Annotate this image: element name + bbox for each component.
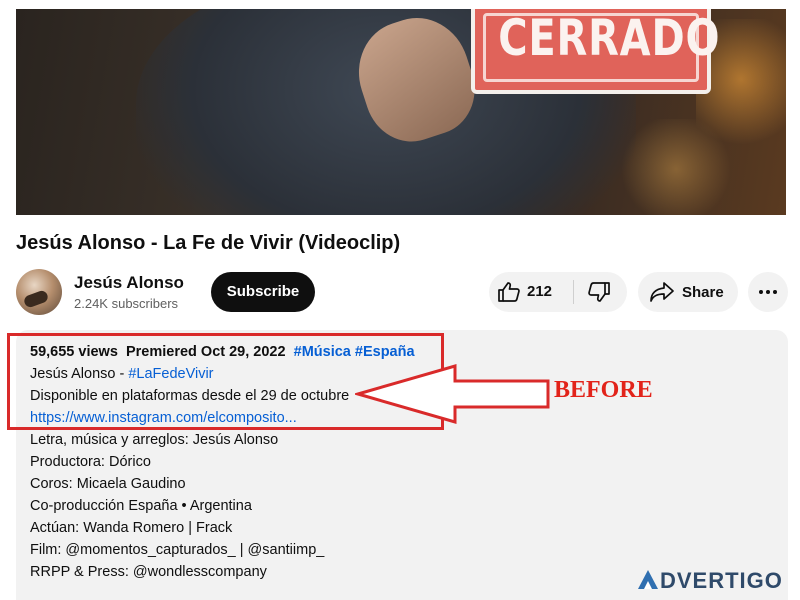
channel-name[interactable]: Jesús Alonso — [74, 273, 184, 293]
share-button[interactable]: Share — [638, 272, 738, 312]
more-dots-icon — [759, 290, 777, 294]
share-label: Share — [682, 284, 724, 301]
subscribe-button[interactable]: Subscribe — [211, 272, 315, 312]
credit-line: Film: @momentos_capturados_ | @santiimp_ — [30, 542, 325, 558]
credit-line: Productora: Dórico — [30, 454, 151, 470]
video-title: Jesús Alonso - La Fe de Vivir (Videoclip… — [16, 232, 401, 254]
dislike-button[interactable] — [574, 272, 627, 312]
credit-line: Co-producción España • Argentina — [30, 498, 252, 514]
thumbs-down-icon — [588, 282, 610, 302]
credit-line: Coros: Micaela Gaudino — [30, 476, 186, 492]
annotation-label: BEFORE — [554, 377, 653, 403]
credit-line: Actúan: Wanda Romero | Frack — [30, 520, 233, 536]
more-actions-button[interactable] — [748, 272, 788, 312]
subscriber-count: 2.24K subscribers — [74, 296, 179, 311]
video-player[interactable]: CERRADO — [16, 9, 786, 215]
like-count: 212 — [527, 283, 553, 300]
guitar-shape — [22, 289, 50, 309]
credit-line: Letra, música y arreglos: Jesús Alonso — [30, 432, 279, 448]
like-dislike-group: 212 — [489, 272, 627, 312]
share-arrow-icon — [650, 282, 674, 302]
channel-avatar[interactable] — [16, 269, 62, 315]
annotation-arrow — [355, 364, 550, 424]
advertigo-logo-icon — [638, 570, 658, 589]
credit-line: RRPP & Press: @wondlesscompany — [30, 564, 267, 580]
closed-sign: CERRADO — [471, 9, 721, 94]
like-button[interactable]: 212 — [489, 272, 573, 312]
sign-text: CERRADO — [498, 9, 721, 67]
watermark-text: DVERTIGO — [660, 568, 783, 593]
thumbs-up-icon — [498, 282, 520, 302]
